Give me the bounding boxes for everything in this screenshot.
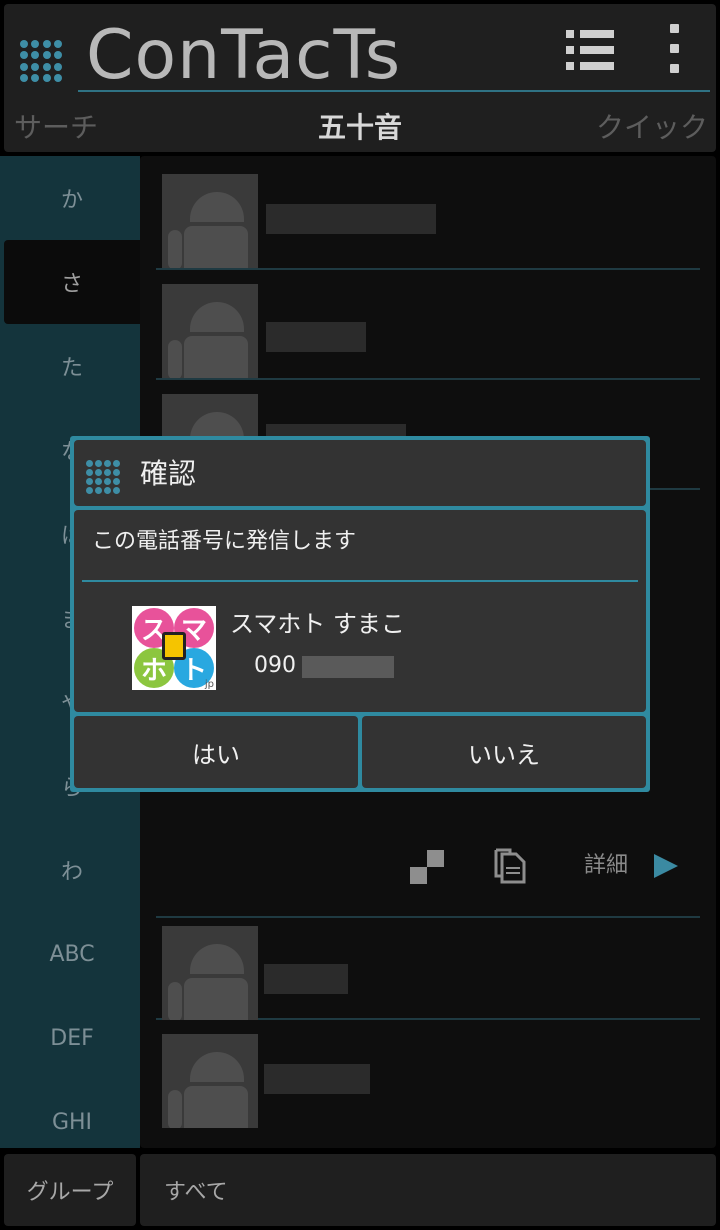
dialog-header: 確認 bbox=[74, 440, 646, 506]
index-item[interactable]: ABC bbox=[4, 912, 140, 996]
blurred-name bbox=[266, 322, 366, 352]
contact-phone: 090 bbox=[254, 653, 296, 678]
group-button[interactable]: グループ bbox=[4, 1154, 136, 1226]
list-item[interactable] bbox=[156, 916, 700, 1020]
tab-gojuon[interactable]: 五十音 bbox=[318, 108, 402, 148]
index-item[interactable]: か bbox=[4, 156, 140, 240]
avatar bbox=[162, 174, 258, 268]
tab-quick[interactable]: クイック bbox=[596, 108, 708, 148]
phone-number-mask bbox=[302, 656, 394, 678]
no-button[interactable]: いいえ bbox=[362, 716, 646, 788]
avatar bbox=[162, 1034, 258, 1128]
dialog-body: この電話番号に発信します ス マ ホ ト jp スマホト すまこ 090 bbox=[74, 510, 646, 712]
overflow-menu-icon[interactable] bbox=[668, 22, 682, 76]
dialog-divider bbox=[82, 580, 638, 582]
confirm-call-dialog: 確認 この電話番号に発信します ス マ ホ ト jp スマホト すまこ 090 … bbox=[70, 436, 650, 792]
blurred-name bbox=[266, 204, 436, 234]
index-item-active[interactable]: さ bbox=[4, 240, 140, 324]
avatar bbox=[162, 926, 258, 1020]
avatar bbox=[162, 284, 258, 378]
yes-button[interactable]: はい bbox=[74, 716, 358, 788]
index-item[interactable]: GHI bbox=[4, 1080, 140, 1164]
all-filter-button[interactable]: すべて bbox=[140, 1154, 716, 1226]
contact-name: スマホト すまこ bbox=[230, 610, 405, 638]
dialog-message: この電話番号に発信します bbox=[92, 529, 357, 554]
blurred-name bbox=[264, 964, 348, 994]
app-title: ConTacTs bbox=[86, 16, 402, 95]
list-item[interactable] bbox=[156, 166, 700, 270]
dialog-grid-icon bbox=[86, 460, 120, 494]
app-header: ConTacTs サーチ 五十音 クイック bbox=[4, 4, 716, 152]
blurred-name bbox=[264, 1064, 370, 1094]
all-filter-label: すべて bbox=[164, 1180, 228, 1205]
index-item[interactable]: た bbox=[4, 324, 140, 408]
index-item[interactable]: DEF bbox=[4, 996, 140, 1080]
contact-actions: 詳細 bbox=[140, 846, 716, 926]
play-arrow-icon[interactable] bbox=[654, 854, 678, 878]
detail-label[interactable]: 詳細 bbox=[584, 846, 628, 886]
index-item[interactable]: わ bbox=[4, 828, 140, 912]
copy-document-icon[interactable] bbox=[492, 848, 526, 884]
header-divider bbox=[78, 90, 710, 92]
app-screen: ConTacTs サーチ 五十音 クイック か さ た な は ま や ら わ … bbox=[0, 0, 720, 1230]
list-view-icon[interactable] bbox=[566, 28, 614, 72]
dialog-title: 確認 bbox=[140, 457, 197, 490]
app-grid-icon[interactable] bbox=[20, 40, 62, 82]
sumahoto-logo: ス マ ホ ト jp bbox=[132, 606, 216, 690]
checker-icon[interactable] bbox=[410, 850, 444, 884]
list-item[interactable] bbox=[156, 1026, 700, 1130]
tab-search[interactable]: サーチ bbox=[14, 108, 98, 148]
list-item[interactable] bbox=[156, 276, 700, 380]
